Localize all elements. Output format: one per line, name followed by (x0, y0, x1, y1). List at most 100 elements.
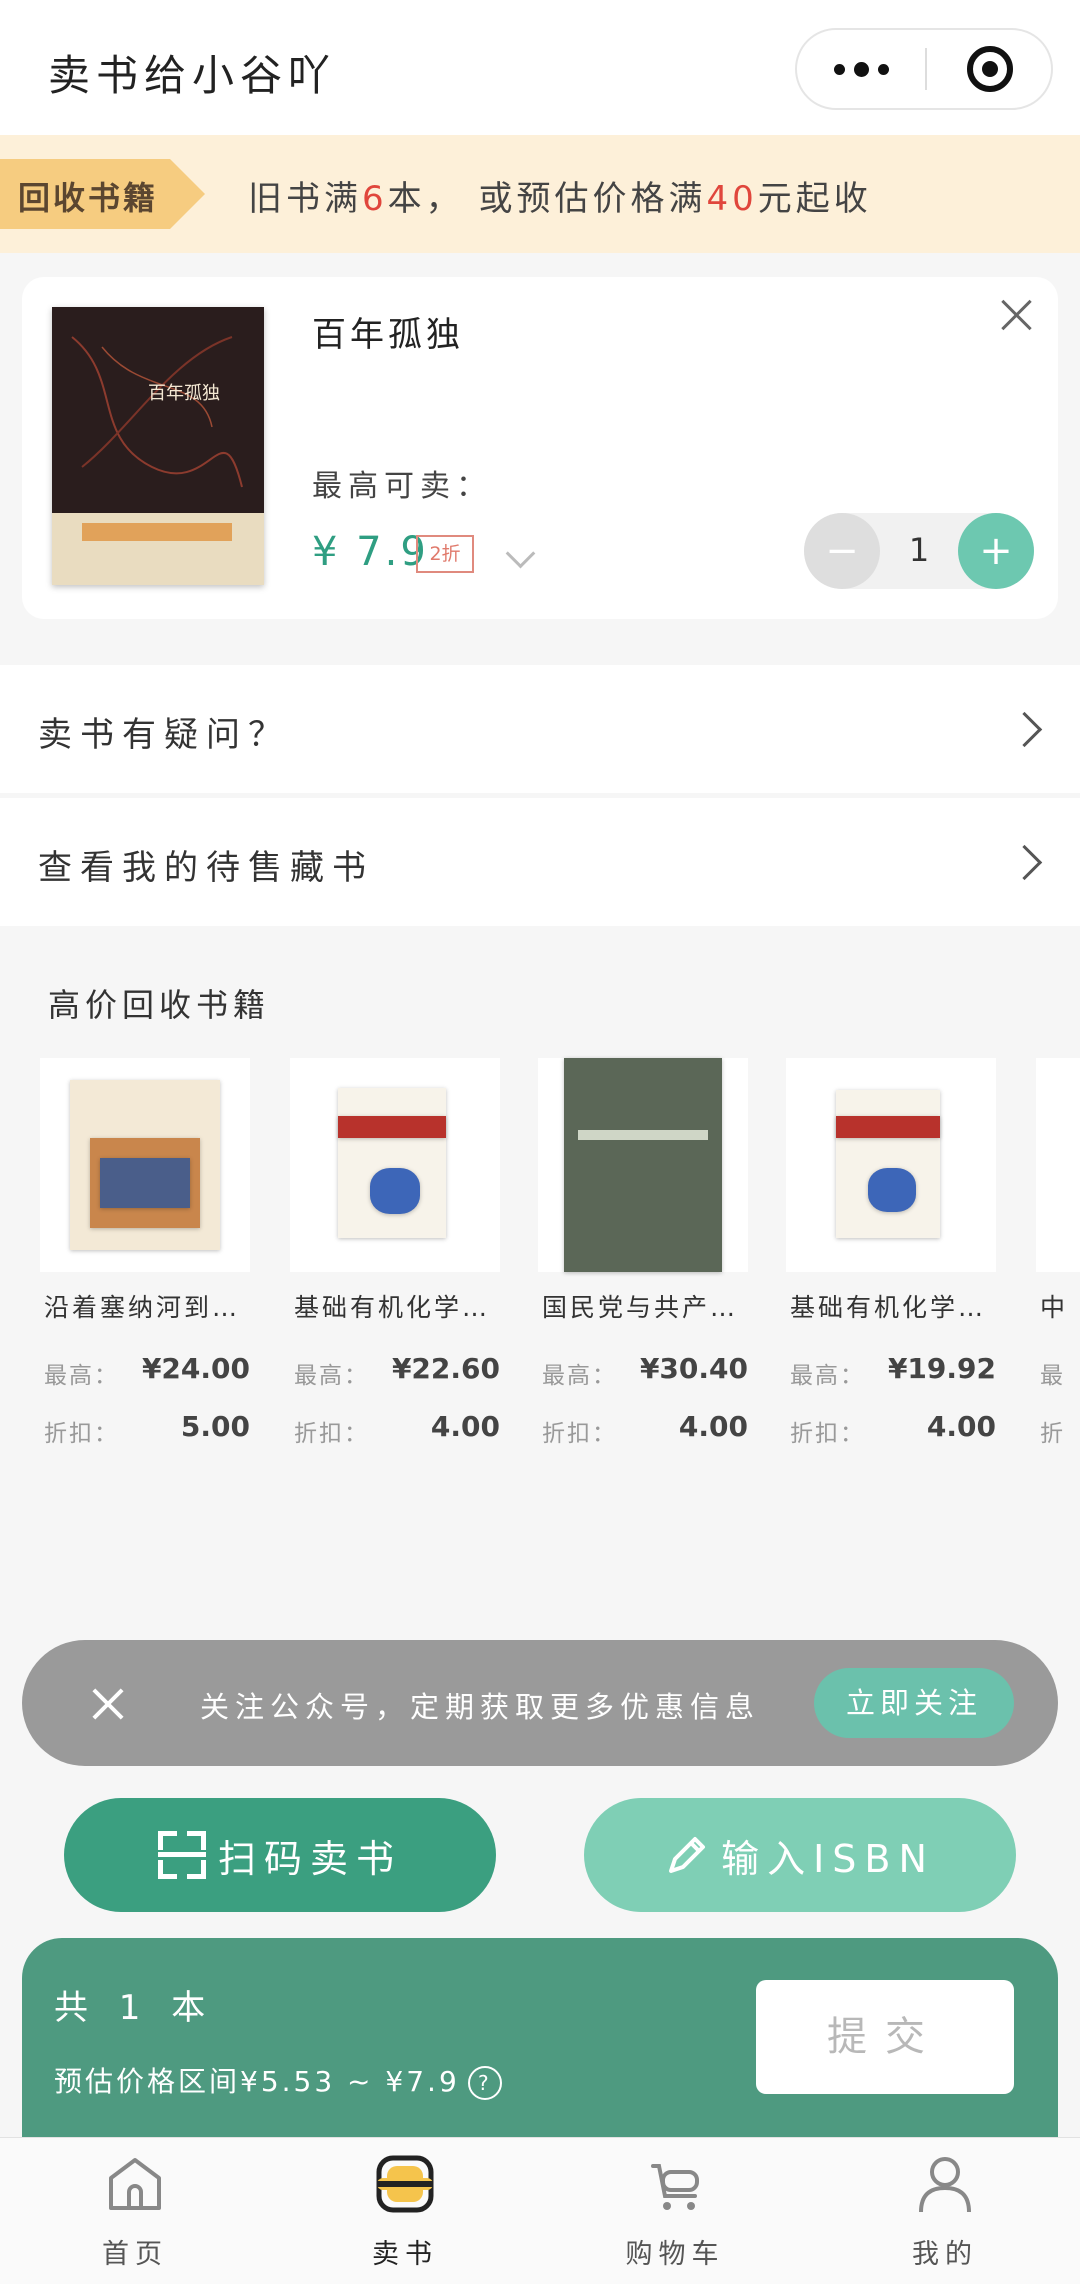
recommend-title: 中 (1040, 1293, 1069, 1322)
recommend-title: 国民党与共产… (542, 1293, 739, 1322)
book-cover-image (1036, 1058, 1080, 1272)
book-count: 共 1 本 (54, 1988, 216, 2028)
cover-pattern (71, 336, 243, 488)
book-cover-image[interactable]: 百年孤独 (52, 307, 264, 585)
book-cover-image (40, 1058, 250, 1272)
notice-min-price: 40 (706, 179, 758, 219)
faq-row[interactable]: 卖书有疑问？ (0, 665, 1080, 793)
scan-sell-button[interactable]: 扫码卖书 (64, 1798, 496, 1912)
chevron-right-icon (1006, 711, 1043, 748)
tab-label: 购物车 (625, 2239, 725, 2270)
max-key: 最高： (294, 1363, 369, 1389)
book-price: ¥ 7.9 (312, 529, 429, 575)
tab-sell-book[interactable]: 卖书 (315, 2152, 495, 2282)
recommend-discount-row: 折 (1040, 1410, 1080, 1447)
recycle-notice: 回收书籍 旧书满6本， 或预估价格满40元起收 (0, 135, 1080, 253)
close-miniprogram-icon[interactable] (967, 46, 1013, 92)
faq-row-label: 卖书有疑问？ (38, 715, 290, 755)
book-cover-image (786, 1058, 996, 1272)
recommend-title: 基础有机化学… (294, 1293, 491, 1322)
max-sell-label: 最高可卖： (312, 469, 492, 504)
discount-value: 4.00 (926, 1410, 996, 1443)
discount-value: 4.00 (678, 1410, 748, 1443)
scan-sell-label: 扫码卖书 (217, 1836, 402, 1881)
cover-title: 百年孤独 (148, 383, 220, 404)
submit-button[interactable]: 提交 (756, 1980, 1014, 2094)
decrease-button[interactable]: − (804, 513, 880, 589)
discount-key: 折 (1040, 1421, 1065, 1447)
cover-art (338, 1116, 446, 1138)
discount-badge: 2折 (416, 535, 474, 573)
quantity-value: 1 (908, 531, 930, 569)
follow-text: 关注公众号，定期获取更多优惠信息 (200, 1690, 761, 1724)
recommend-discount-row: 折扣： 4.00 (542, 1410, 748, 1447)
recommend-max-row: 最高： ¥19.92 (790, 1352, 996, 1389)
notice-tag: 回收书籍 (0, 159, 205, 229)
recommend-max-row: 最高： ¥22.60 (294, 1352, 500, 1389)
tab-label: 首页 (102, 2239, 168, 2270)
help-icon[interactable]: ? (467, 2066, 502, 2100)
price-range-text: 预估价格区间¥5.53 ~ ¥7.9 (54, 2065, 460, 2098)
recommend-max-row: 最 (1040, 1352, 1080, 1389)
discount-key: 折扣： (790, 1421, 865, 1447)
notice-min-count: 6 (362, 179, 388, 219)
notice-text-part: 旧书满 (248, 179, 362, 219)
recommend-title: 沿着塞纳河到… (44, 1293, 241, 1322)
notice-text: 旧书满6本， 或预估价格满40元起收 (248, 171, 872, 220)
cover-art (578, 1130, 708, 1140)
order-summary: 共 1 本 预估价格区间¥5.53 ~ ¥7.9? 提交 (22, 1938, 1058, 2138)
book-cover-image (290, 1058, 500, 1272)
max-value: ¥24.00 (141, 1352, 250, 1385)
remove-book-icon[interactable] (997, 295, 1037, 335)
max-key: 最高： (542, 1363, 617, 1389)
cover-band (52, 513, 264, 585)
section-title: 高价回收书籍 (48, 986, 271, 1024)
cover-art (100, 1158, 190, 1208)
cover-art (836, 1116, 940, 1138)
increase-button[interactable]: + (958, 513, 1034, 589)
discount-key: 折扣： (294, 1421, 369, 1447)
input-isbn-button[interactable]: 输入ISBN (584, 1798, 1016, 1912)
miniprogram-capsule (795, 28, 1053, 110)
recommend-item[interactable]: 中 最 折 (1036, 1058, 1080, 1458)
pending-books-row-label: 查看我的待售藏书 (38, 848, 374, 888)
discount-key: 折扣： (44, 1421, 119, 1447)
cover-shape (338, 1088, 446, 1238)
recommend-title: 基础有机化学… (790, 1293, 987, 1322)
follow-now-button[interactable]: 立即关注 (814, 1668, 1014, 1738)
scan-icon (157, 1831, 206, 1879)
recommend-discount-row: 折扣： 4.00 (790, 1410, 996, 1447)
cover-art (370, 1168, 420, 1214)
cover-banner (82, 523, 232, 541)
tab-label: 我的 (912, 2239, 978, 2270)
sell-book-icon (376, 2155, 434, 2213)
max-key: 最高： (790, 1363, 865, 1389)
book-card: 百年孤独 百年孤独 最高可卖： ¥ 7.9 2折 − 1 + (22, 277, 1058, 619)
discount-key: 折扣： (542, 1421, 617, 1447)
notice-text-part: 本， 或预估价格满 (387, 179, 707, 219)
notice-text-part: 元起收 (757, 179, 872, 219)
notice-tag-label: 回收书籍 (18, 179, 159, 217)
cover-art (868, 1168, 916, 1212)
pencil-icon (669, 1837, 706, 1873)
app-title: 卖书给小谷吖 (48, 51, 337, 100)
max-key: 最高： (44, 1363, 119, 1389)
discount-value: 4.00 (430, 1410, 500, 1443)
my-pending-books-row[interactable]: 查看我的待售藏书 (0, 798, 1080, 926)
recommend-list: 沿着塞纳河到… 最高： ¥24.00 折扣： 5.00 基础有机化学… 最高： … (0, 1058, 1080, 1458)
cart-icon (651, 2164, 699, 2210)
expand-price-chevron-icon[interactable] (505, 538, 536, 569)
recommend-max-row: 最高： ¥30.40 (542, 1352, 748, 1389)
tab-profile[interactable]: 我的 (855, 2152, 1035, 2282)
close-icon[interactable] (88, 1684, 128, 1724)
tab-cart[interactable]: 购物车 (585, 2152, 765, 2282)
recommend-discount-row: 折扣： 4.00 (294, 1410, 500, 1447)
recommend-discount-row: 折扣： 5.00 (44, 1410, 250, 1447)
follow-account-bar: 关注公众号，定期获取更多优惠信息 立即关注 (22, 1640, 1058, 1766)
tab-home[interactable]: 首页 (45, 2152, 225, 2282)
recommend-max-row: 最高： ¥24.00 (44, 1352, 250, 1389)
quantity-stepper: − 1 + (804, 513, 1034, 589)
capsule-divider (925, 48, 927, 90)
more-options-icon[interactable] (797, 30, 925, 108)
header: 卖书给小谷吖 (0, 0, 1080, 135)
